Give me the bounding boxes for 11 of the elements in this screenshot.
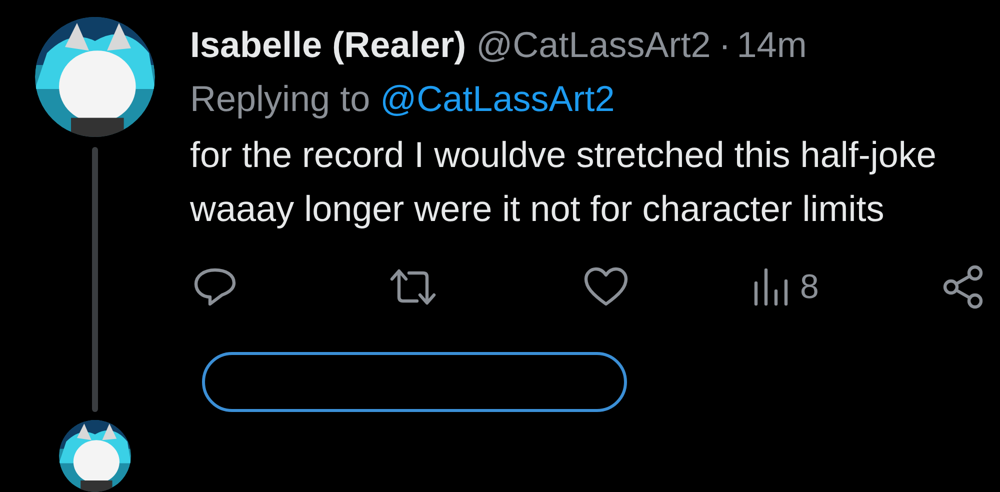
author-handle[interactable]: @CatLassArt2 — [476, 18, 711, 72]
separator-dot: · — [718, 23, 731, 67]
author-name[interactable]: Isabelle (Realer) — [190, 18, 466, 72]
comment-icon[interactable] — [192, 266, 238, 308]
reply-label: Replying to — [190, 77, 370, 121]
view-count: 8 — [800, 267, 819, 308]
heart-icon[interactable] — [582, 266, 630, 308]
timestamp: 14m — [736, 23, 807, 67]
reply-field[interactable] — [202, 352, 627, 412]
tweet-text: for the record I wouldve stretched this half-joke waaay longer were it not for character limits — [190, 133, 938, 231]
mention-link[interactable]: @CatLassArt2 — [380, 72, 615, 126]
